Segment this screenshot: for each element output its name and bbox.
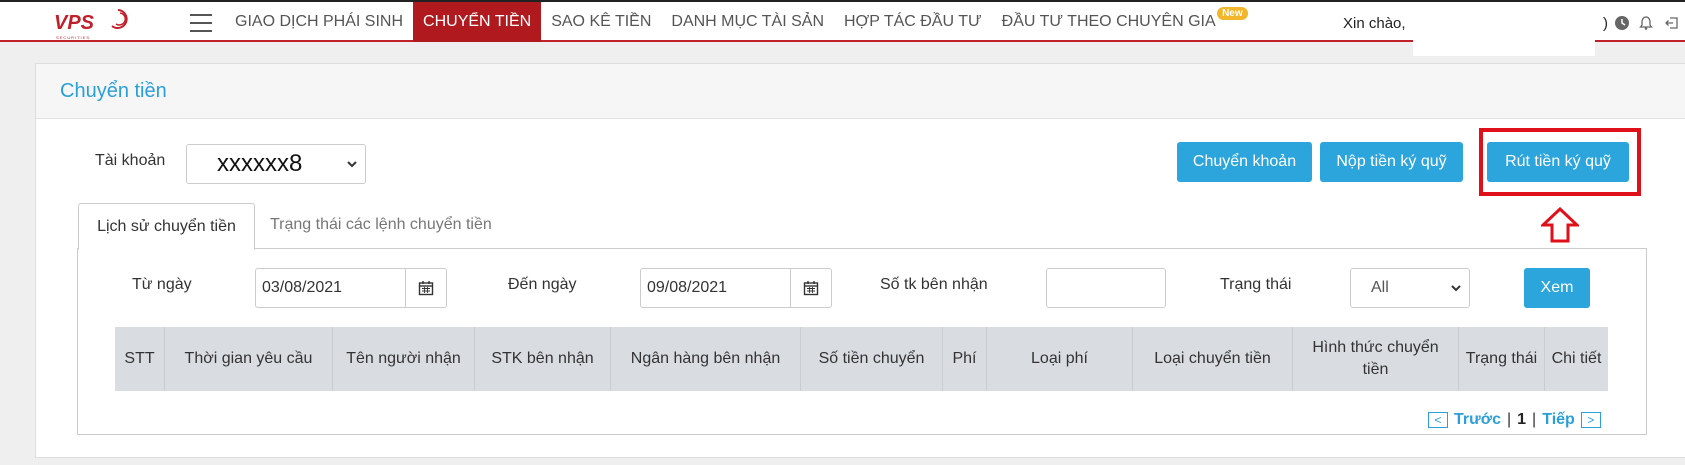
greeting-text: Xin chào, [1343, 15, 1406, 32]
nav-item-derivatives-trading[interactable]: GIAO DỊCH PHÁI SINH [225, 2, 413, 42]
prev-page-icon[interactable]: < [1428, 412, 1448, 428]
nav-label: DANH MỤC TÀI SẢN [671, 13, 824, 30]
column-header[interactable]: Ngân hàng bên nhận [611, 327, 801, 391]
calendar-icon [803, 281, 819, 296]
nav-label: CHUYỂN TIỀN [423, 13, 532, 30]
chevron-down-icon [1451, 285, 1461, 292]
nav-label: HỢP TÁC ĐẦU TƯ [844, 13, 982, 30]
column-header[interactable]: Trạng thái [1459, 327, 1545, 391]
nav-item-cash-statement[interactable]: SAO KÊ TIỀN [541, 2, 661, 42]
transfer-button[interactable]: Chuyển khoản [1177, 142, 1312, 182]
transfer-history-table-header: STT Thời gian yêu cầu Tên người nhận STK… [115, 327, 1608, 391]
bell-icon[interactable] [1638, 15, 1654, 31]
account-label: Tài khoản [95, 152, 166, 169]
receiver-account-label: Số tk bên nhận [880, 276, 988, 293]
main-nav: GIAO DỊCH PHÁI SINH CHUYỂN TIỀN SAO KÊ T… [225, 2, 1248, 42]
redacted-username [1413, 8, 1595, 56]
pagination: < Trước | 1 | Tiếp > [1428, 411, 1601, 429]
new-badge: New [1217, 7, 1248, 20]
nav-item-portfolio[interactable]: DANH MỤC TÀI SẢN [661, 2, 834, 42]
tab-label: Trạng thái các lệnh chuyển tiền [270, 216, 492, 233]
logo-subtext: SECURITIES [56, 35, 91, 40]
status-label: Trạng thái [1220, 276, 1292, 293]
to-date-picker: 09/08/2021 [640, 268, 832, 308]
panel-header [36, 64, 1685, 119]
tab-transfer-status[interactable]: Trạng thái các lệnh chuyển tiền [270, 216, 492, 234]
logout-icon[interactable] [1664, 15, 1680, 31]
hamburger-menu-icon[interactable] [190, 14, 212, 32]
calendar-icon [418, 281, 434, 296]
tab-label: Lịch sử chuyển tiền [97, 217, 236, 235]
column-header[interactable]: Số tiền chuyển [801, 327, 943, 391]
column-header[interactable]: Hình thức chuyển tiền [1293, 327, 1459, 391]
pager-separator: | [1506, 411, 1512, 428]
annotation-highlight-box [1479, 128, 1641, 196]
pager-separator: | [1532, 411, 1537, 428]
account-select[interactable]: xxxxxx8 [186, 144, 366, 184]
from-date-label: Từ ngày [132, 276, 192, 293]
chevron-down-icon [347, 161, 357, 168]
vps-logo[interactable]: VPS SECURITIES [48, 8, 128, 40]
nav-item-expert-investing[interactable]: ĐẦU TƯ THEO CHUYÊN GIA New [992, 2, 1248, 42]
from-date-picker: 03/08/2021 [255, 268, 447, 308]
deposit-margin-button[interactable]: Nộp tiền ký quỹ [1320, 142, 1463, 182]
status-selected-value: All [1371, 279, 1389, 296]
nav-item-investment-cooperation[interactable]: HỢP TÁC ĐẦU TƯ [834, 2, 992, 42]
column-header[interactable]: Tên người nhận [333, 327, 475, 391]
greeting-tail: ) [1603, 15, 1608, 32]
receiver-account-input[interactable] [1046, 268, 1166, 308]
annotation-up-arrow-icon [1541, 207, 1579, 243]
nav-label: SAO KÊ TIỀN [551, 13, 652, 30]
to-date-input[interactable]: 09/08/2021 [640, 268, 790, 308]
next-page-link[interactable]: Tiếp [1542, 411, 1575, 429]
logo-swoosh-icon [111, 9, 128, 29]
to-date-calendar-button[interactable] [790, 268, 832, 308]
clock-icon[interactable] [1614, 15, 1630, 31]
column-header[interactable]: STT [115, 327, 165, 391]
account-selected-value: xxxxxx8 [217, 150, 303, 177]
status-select[interactable]: All [1350, 268, 1470, 308]
column-header[interactable]: Thời gian yêu cầu [165, 327, 333, 391]
nav-label: ĐẦU TƯ THEO CHUYÊN GIA [1001, 13, 1216, 30]
page-title: Chuyển tiền [60, 80, 167, 102]
nav-label: GIAO DỊCH PHÁI SINH [235, 13, 404, 30]
prev-page-link[interactable]: Trước [1454, 411, 1501, 429]
current-page: 1 [1517, 411, 1527, 428]
column-header[interactable]: Chi tiết [1545, 327, 1608, 391]
logo-text: VPS [54, 12, 95, 34]
column-header[interactable]: Loại phí [987, 327, 1133, 391]
column-header[interactable]: STK bên nhận [475, 327, 611, 391]
from-date-input[interactable]: 03/08/2021 [255, 268, 405, 308]
view-button[interactable]: Xem [1524, 268, 1590, 308]
nav-item-money-transfer[interactable]: CHUYỂN TIỀN [413, 2, 542, 42]
column-header[interactable]: Phí [943, 327, 987, 391]
tab-transfer-history[interactable]: Lịch sử chuyển tiền [78, 203, 255, 250]
next-page-icon[interactable]: > [1580, 412, 1601, 428]
to-date-label: Đến ngày [508, 276, 577, 293]
column-header[interactable]: Loại chuyển tiền [1133, 327, 1293, 391]
from-date-calendar-button[interactable] [405, 268, 447, 308]
